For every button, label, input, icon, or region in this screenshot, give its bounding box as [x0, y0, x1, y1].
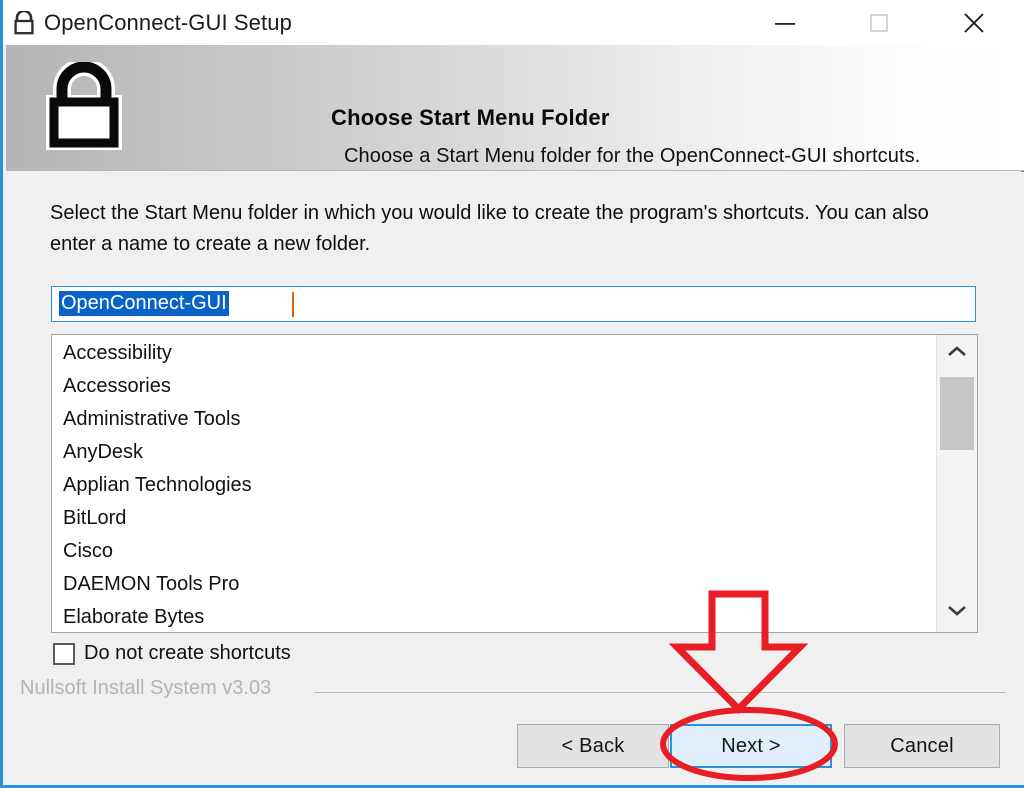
list-item[interactable]: Accessories — [52, 370, 937, 403]
branding-text: Nullsoft Install System v3.03 — [20, 677, 271, 700]
list-item[interactable]: Administrative Tools — [52, 403, 937, 436]
setup-window: OpenConnect-GUI Setup — [0, 0, 1024, 788]
start-menu-folder-list[interactable]: Accessibility Accessories Administrative… — [51, 334, 978, 633]
maximize-button[interactable] — [848, 0, 910, 45]
close-icon — [963, 12, 985, 34]
scroll-down-button[interactable] — [937, 594, 977, 632]
window-title: OpenConnect-GUI Setup — [44, 10, 292, 36]
back-button[interactable]: < Back — [517, 724, 669, 768]
title-bar: OpenConnect-GUI Setup — [3, 0, 1024, 45]
wizard-content: Select the Start Menu folder in which yo… — [6, 172, 1024, 702]
padlock-icon — [13, 11, 35, 35]
list-item[interactable]: BitLord — [52, 502, 937, 535]
text-caret — [292, 292, 294, 317]
scroll-up-button[interactable] — [937, 335, 977, 373]
chevron-up-icon — [947, 345, 967, 363]
do-not-create-shortcuts-checkbox[interactable]: Do not create shortcuts — [53, 642, 291, 665]
checkbox-box[interactable] — [53, 643, 75, 665]
list-item[interactable]: Applian Technologies — [52, 469, 937, 502]
list-item[interactable]: AnyDesk — [52, 436, 937, 469]
page-subtitle: Choose a Start Menu folder for the OpenC… — [344, 145, 920, 168]
wizard-header: Choose Start Menu Folder Choose a Start … — [6, 45, 1024, 171]
folder-list-items: Accessibility Accessories Administrative… — [52, 337, 937, 633]
instructions-text: Select the Start Menu folder in which yo… — [50, 198, 958, 260]
folder-name-value: OpenConnect-GUI — [59, 291, 229, 316]
list-scrollbar[interactable] — [936, 335, 977, 632]
chevron-down-icon — [947, 604, 967, 622]
next-button[interactable]: Next > — [670, 724, 832, 768]
dialog-button-bar: < Back Next > Cancel — [6, 702, 1024, 785]
minimize-button[interactable] — [754, 0, 816, 45]
branding-divider — [314, 692, 1006, 693]
maximize-icon — [870, 14, 888, 32]
list-item[interactable]: Elaborate Bytes — [52, 601, 937, 633]
list-item[interactable]: Cisco — [52, 535, 937, 568]
list-item[interactable]: DAEMON Tools Pro — [52, 568, 937, 601]
list-item[interactable]: Accessibility — [52, 337, 937, 370]
page-title: Choose Start Menu Folder — [331, 105, 610, 131]
folder-name-input[interactable]: OpenConnect-GUI — [51, 286, 976, 322]
padlock-icon — [45, 62, 123, 150]
title-bar-left: OpenConnect-GUI Setup — [13, 0, 292, 45]
close-button[interactable] — [943, 0, 1005, 45]
scrollbar-thumb[interactable] — [940, 377, 974, 450]
checkbox-label: Do not create shortcuts — [84, 642, 291, 665]
minimize-icon — [774, 15, 796, 31]
cancel-button[interactable]: Cancel — [844, 724, 1000, 768]
